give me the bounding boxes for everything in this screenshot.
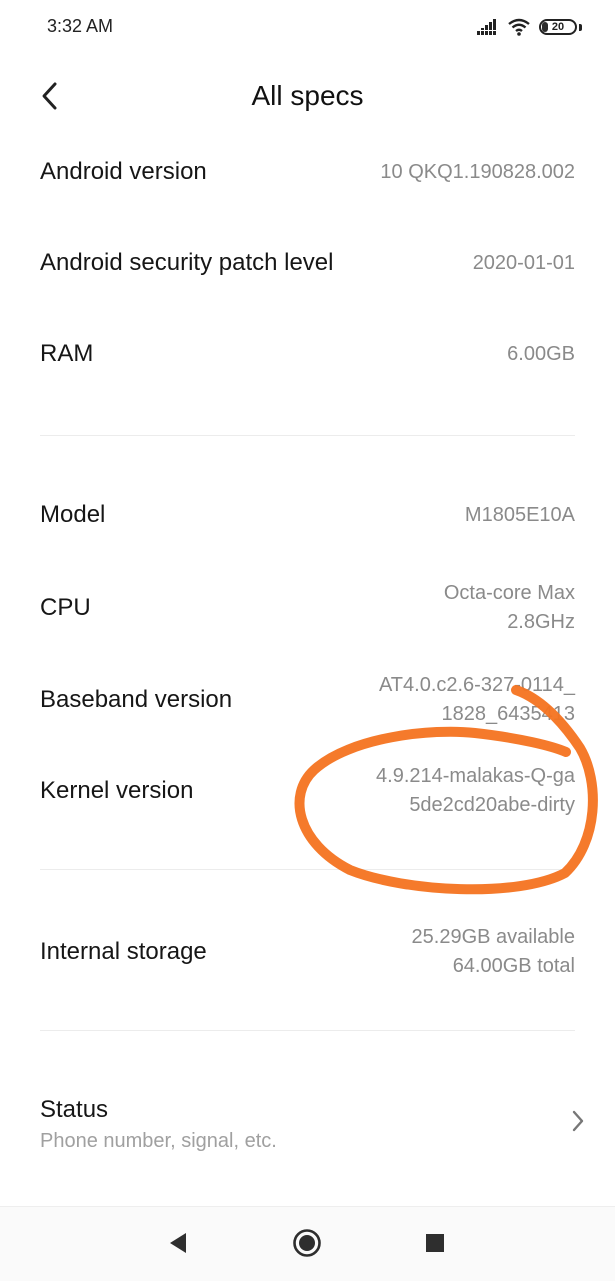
status-icons: 20 (477, 16, 582, 38)
spec-value: Octa-core Max 2.8GHz (443, 582, 575, 633)
status-time: 3:32 AM (47, 16, 114, 36)
spec-value: AT4.0.c2.6-327-0114_ 1828_6435413 (378, 674, 575, 725)
home-circle-icon (292, 1228, 322, 1263)
status-subtitle: Phone number, signal, etc. (40, 1130, 277, 1152)
divider (40, 1030, 575, 1031)
back-triangle-icon (168, 1232, 188, 1259)
spec-value: 25.29GB available 64.00GB total (411, 926, 575, 977)
spec-row-internal-storage[interactable]: Internal storage 25.29GB available 64.00… (40, 922, 575, 982)
status-bar: 3:32 AM 20 (0, 0, 615, 56)
spec-row-cpu[interactable]: CPU Octa-core Max 2.8GHz (40, 578, 575, 638)
status-title: Status (40, 1096, 109, 1123)
spec-row-security-patch[interactable]: Android security patch level 2020-01-01 (40, 241, 575, 291)
battery-level-fill (542, 22, 548, 32)
divider (40, 435, 575, 436)
spec-label: Android security patch level (40, 249, 334, 276)
battery-percent: 20 (550, 21, 566, 33)
spec-label: CPU (40, 594, 91, 621)
spec-row-kernel[interactable]: Kernel version 4.9.214-malakas-Q-ga 5de2… (40, 761, 575, 821)
spec-row-ram[interactable]: RAM 6.00GB (40, 332, 575, 382)
nav-back-button[interactable] (160, 1227, 196, 1263)
chevron-right-icon (571, 1110, 585, 1137)
spec-label: Baseband version (40, 686, 233, 713)
spec-label: Model (40, 501, 106, 528)
status-item[interactable]: Status Phone number, signal, etc. (40, 1092, 585, 1162)
spec-row-android-version[interactable]: Android version 10 QKQ1.190828.002 (40, 150, 575, 200)
spec-row-baseband[interactable]: Baseband version AT4.0.c2.6-327-0114_ 18… (40, 670, 575, 730)
spec-label: Kernel version (40, 777, 194, 804)
spec-value: 4.9.214-malakas-Q-ga 5de2cd20abe-dirty (376, 765, 575, 816)
spec-value: M1805E10A (464, 504, 575, 526)
spec-label: RAM (40, 340, 94, 367)
spec-value: 6.00GB (507, 343, 575, 365)
signal-icon (477, 19, 499, 35)
spec-value: 2020-01-01 (472, 252, 575, 274)
spec-value: 10 QKQ1.190828.002 (380, 161, 575, 183)
spec-label: Android version (40, 158, 207, 185)
nav-home-button[interactable] (289, 1227, 325, 1263)
battery-cap (579, 23, 582, 31)
wifi-icon (507, 18, 531, 36)
divider (40, 869, 575, 870)
nav-bar (0, 1206, 615, 1281)
nav-recents-button[interactable] (417, 1227, 453, 1263)
header: All specs (0, 66, 615, 130)
spec-row-model[interactable]: Model M1805E10A (40, 493, 575, 543)
spec-label: Internal storage (40, 938, 207, 965)
page-title: All specs (251, 80, 364, 111)
recents-square-icon (425, 1233, 445, 1258)
battery-icon: 20 (539, 19, 577, 35)
